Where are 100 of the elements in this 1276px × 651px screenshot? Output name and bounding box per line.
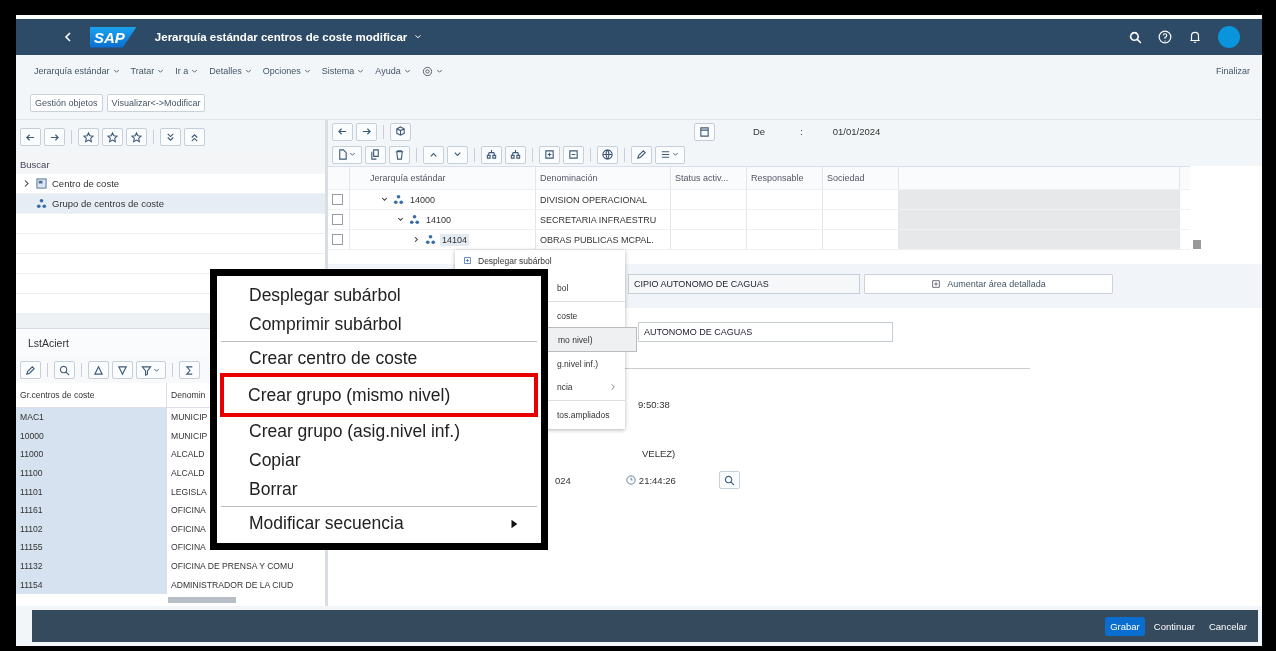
expand-area-button[interactable]: Aumentar área detallada	[864, 274, 1113, 294]
calendar-button[interactable]	[694, 122, 715, 141]
tree-item[interactable]: Grupo de centros de coste	[16, 194, 325, 214]
search-button[interactable]	[54, 361, 75, 379]
double-chevron-down-button[interactable]	[160, 128, 181, 146]
menu-item[interactable]: Desplegar subárbol	[221, 281, 537, 310]
arrow-left-button[interactable]	[332, 122, 353, 141]
menu-item[interactable]: Comprimir subárbol	[221, 310, 537, 339]
changed-time: 9:50:38	[638, 399, 670, 410]
column-header[interactable]: Status activ...	[675, 173, 729, 183]
back-icon[interactable]	[62, 31, 74, 43]
menu-item[interactable]: Crear centro de coste	[221, 344, 537, 373]
search-icon	[59, 364, 70, 376]
chevron-down-icon[interactable]	[396, 215, 405, 224]
table-cell: ALCALD	[171, 468, 205, 479]
exit-button[interactable]: Finalizar	[1212, 64, 1254, 78]
document-button[interactable]	[332, 145, 362, 164]
copy-button[interactable]	[365, 145, 386, 164]
sort-up-button[interactable]	[88, 361, 109, 379]
globe-button[interactable]	[597, 145, 618, 164]
footer-button[interactable]: Grabar	[1105, 616, 1145, 636]
hierarchy-button[interactable]	[481, 145, 502, 164]
sort-down-button[interactable]	[112, 361, 133, 379]
search-icon[interactable]	[1129, 30, 1142, 44]
table-cell: LEGISLA	[171, 486, 207, 497]
column-header[interactable]: Jerarquía estándar	[370, 173, 446, 183]
menu-item[interactable]: Ir a	[171, 64, 204, 78]
cube-icon	[395, 126, 406, 137]
chevron-right-icon[interactable]	[412, 235, 421, 244]
star-button[interactable]	[78, 128, 99, 146]
cube-button[interactable]	[390, 122, 411, 141]
trash-button[interactable]	[389, 145, 410, 164]
table-cell: OFICINA	[171, 505, 206, 516]
toolbar-button[interactable]: Gestión objetos	[30, 94, 103, 112]
menu-item[interactable]: Tratar	[126, 64, 170, 78]
search-button[interactable]	[718, 471, 740, 489]
sort-up-icon	[93, 364, 104, 376]
tree-node[interactable]: 14000	[408, 193, 438, 206]
table-cell: MUNICIP	[171, 430, 208, 441]
expand-button[interactable]	[539, 145, 560, 164]
toolbar-button[interactable]: Visualizar<->Modificar	[106, 94, 206, 112]
footer-button[interactable]: Continuar	[1148, 616, 1200, 636]
pen-button[interactable]	[20, 361, 41, 379]
table-cell: SECRETARIA INFRAESTRU	[540, 214, 657, 225]
column-header[interactable]: Responsable	[751, 173, 804, 183]
scrollbar-thumb[interactable]	[1193, 240, 1201, 249]
menu-item[interactable]: Detalles	[205, 64, 257, 78]
hierarchy-button[interactable]	[505, 145, 526, 164]
column-header[interactable]: Gr.centros de coste	[16, 383, 167, 407]
star-icon	[131, 131, 142, 143]
logo: SAP	[90, 26, 137, 48]
menu-item[interactable]: Desplegar subárbol	[455, 253, 625, 268]
description-field[interactable]: AUTONOMO DE CAGUAS	[638, 322, 893, 342]
row-checkbox[interactable]	[332, 234, 343, 245]
table-cell: 11132	[20, 561, 43, 572]
star-button[interactable]	[126, 128, 147, 146]
table-cell: MAC1	[20, 412, 44, 423]
star-button[interactable]	[102, 128, 123, 146]
list-icon	[660, 149, 671, 160]
row-checkbox[interactable]	[332, 214, 343, 225]
row-checkbox[interactable]	[332, 194, 343, 205]
section-header: Buscar	[20, 158, 50, 170]
collapse-button[interactable]	[563, 145, 584, 164]
menu-item[interactable]: Ayuda	[371, 64, 416, 78]
cost-center-icon	[36, 178, 47, 189]
footer-button[interactable]: Cancelar	[1203, 616, 1252, 636]
star-icon	[83, 131, 94, 143]
double-chevron-down-icon	[165, 131, 176, 143]
column-header[interactable]: Sociedad	[827, 173, 865, 183]
bell-icon[interactable]	[1188, 30, 1202, 44]
arrow-left-button[interactable]	[20, 128, 41, 146]
chevron-right-icon[interactable]	[22, 179, 31, 188]
menu-item[interactable]: Crear grupo (asig.nivel inf.)	[221, 417, 537, 446]
menu-item[interactable]: Copiar	[221, 446, 537, 475]
list-button[interactable]	[655, 145, 685, 164]
menu-item[interactable]: Crear grupo (mismo nivel)	[220, 373, 538, 417]
menu-item[interactable]: Modificar secuencia	[221, 509, 537, 538]
menu-item[interactable]: Opciones	[258, 64, 316, 78]
tree-node[interactable]: 14100	[424, 213, 454, 226]
avatar[interactable]	[1218, 26, 1240, 48]
arrow-right-icon	[361, 126, 372, 137]
filter-button[interactable]	[136, 361, 166, 379]
trash-icon	[394, 149, 405, 160]
menu-item[interactable]: Jerarquía estándar	[30, 64, 125, 78]
scrollbar-thumb[interactable]	[168, 596, 236, 603]
double-chevron-up-button[interactable]	[184, 128, 205, 146]
chevron-down-icon[interactable]	[380, 195, 389, 204]
help-icon[interactable]	[1158, 30, 1172, 44]
column-header[interactable]: Denominación	[540, 173, 598, 183]
table-cell: 10000	[20, 430, 44, 441]
table-cell: OFICINA	[171, 523, 206, 534]
menu-item[interactable]: Borrar	[221, 475, 537, 504]
table-cell: OBRAS PUBLICAS MCPAL.	[540, 234, 654, 245]
filter-icon	[141, 364, 152, 376]
menu-item[interactable]: Sistema	[317, 64, 370, 78]
arrow-right-button[interactable]	[356, 122, 377, 141]
arrow-right-button[interactable]	[44, 128, 65, 146]
tree-node[interactable]: 14104	[440, 233, 470, 246]
sigma-button[interactable]	[179, 361, 200, 379]
group-name-field[interactable]: CIPIO AUTONOMO DE CAGUAS	[628, 274, 860, 294]
